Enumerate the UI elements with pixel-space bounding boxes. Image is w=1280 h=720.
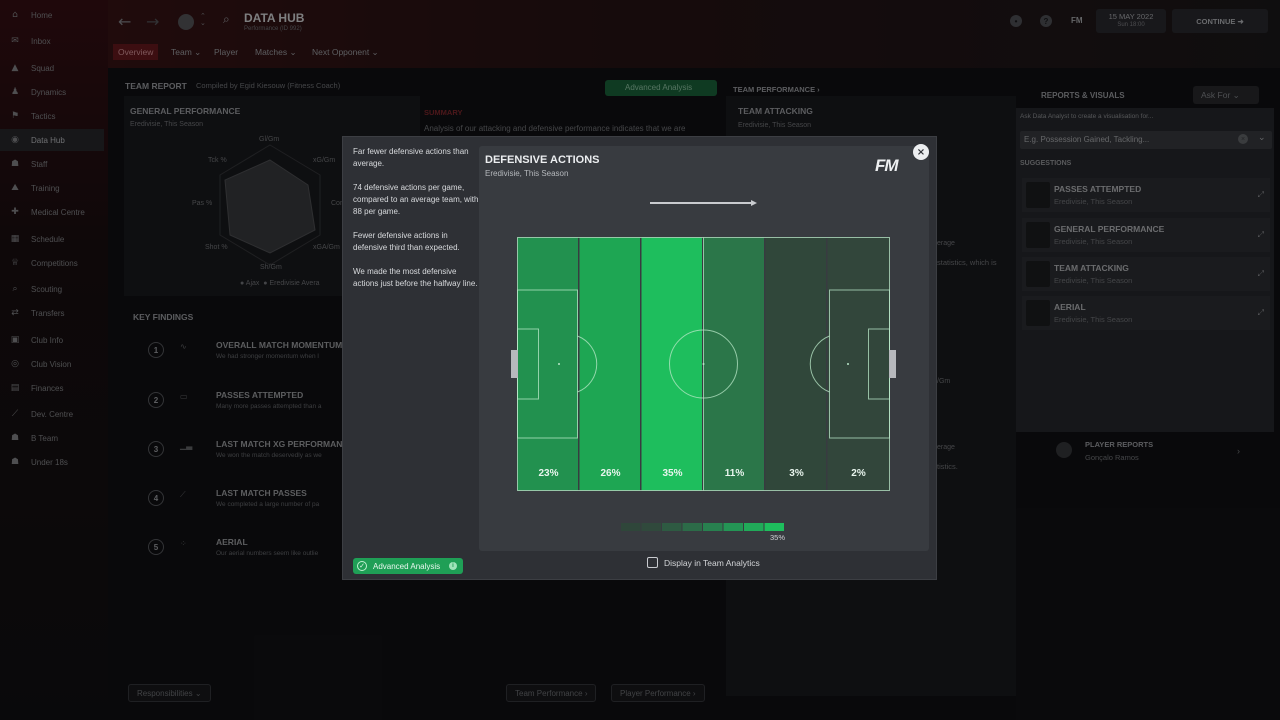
zone-percentage-label: 26% <box>600 468 620 479</box>
zone-percentage-label: 11% <box>725 468 745 479</box>
heatmap-zone <box>641 237 702 491</box>
legend-scale-step <box>641 523 661 531</box>
zone-percentage-label: 2% <box>851 468 866 479</box>
chart-card: DEFENSIVE ACTIONS Eredivisie, This Seaso… <box>479 146 929 551</box>
legend-scale-step <box>682 523 702 531</box>
right-goal <box>889 350 896 378</box>
heatmap-zone <box>579 237 640 491</box>
centre-spot <box>702 363 705 365</box>
display-checkbox[interactable] <box>647 557 658 568</box>
left-goal <box>511 350 518 378</box>
legend-scale-step <box>744 523 764 531</box>
description-line: We made the most defensive actions just … <box>353 267 478 288</box>
advanced-analysis-button[interactable]: ✓ Advanced Analysis i <box>353 558 463 574</box>
description-line: 74 defensive actions per game, compared … <box>353 183 479 216</box>
close-icon[interactable]: × <box>913 144 929 160</box>
heatmap-zone <box>765 237 826 491</box>
legend-scale-step <box>764 523 784 531</box>
legend-scale-step <box>723 523 743 531</box>
check-icon: ✓ <box>357 561 367 571</box>
description-line: Fewer defensive actions in defensive thi… <box>353 231 460 252</box>
defensive-actions-modal: Far fewer defensive actions than average… <box>342 136 937 580</box>
right-penalty-spot <box>847 363 849 365</box>
legend-max-label: 35% <box>770 533 785 542</box>
arrow-head-icon <box>751 200 757 206</box>
zone-percentage-label: 23% <box>538 468 558 479</box>
legend-scale-step <box>621 523 641 531</box>
info-icon[interactable]: i <box>449 562 457 570</box>
advanced-analysis-label: Advanced Analysis <box>373 561 441 571</box>
analysis-description: Far fewer defensive actions than average… <box>353 146 479 302</box>
heatmap-zone <box>703 237 764 491</box>
legend-scale-step <box>703 523 723 531</box>
zone-percentage-label: 35% <box>662 468 682 479</box>
zone-percentage-label: 3% <box>789 468 804 479</box>
display-label: Display in Team Analytics <box>664 557 760 568</box>
heatmap-zone <box>827 237 890 491</box>
left-penalty-spot <box>558 363 560 365</box>
legend-scale-step <box>662 523 682 531</box>
description-line: Far fewer defensive actions than average… <box>353 147 469 168</box>
heatmap-zone <box>517 237 578 491</box>
defensive-actions-heatmap: 23% 26% 35% 11% 3% 2% 35% <box>511 200 896 542</box>
display-in-team-analytics[interactable]: Display in Team Analytics <box>647 557 760 568</box>
